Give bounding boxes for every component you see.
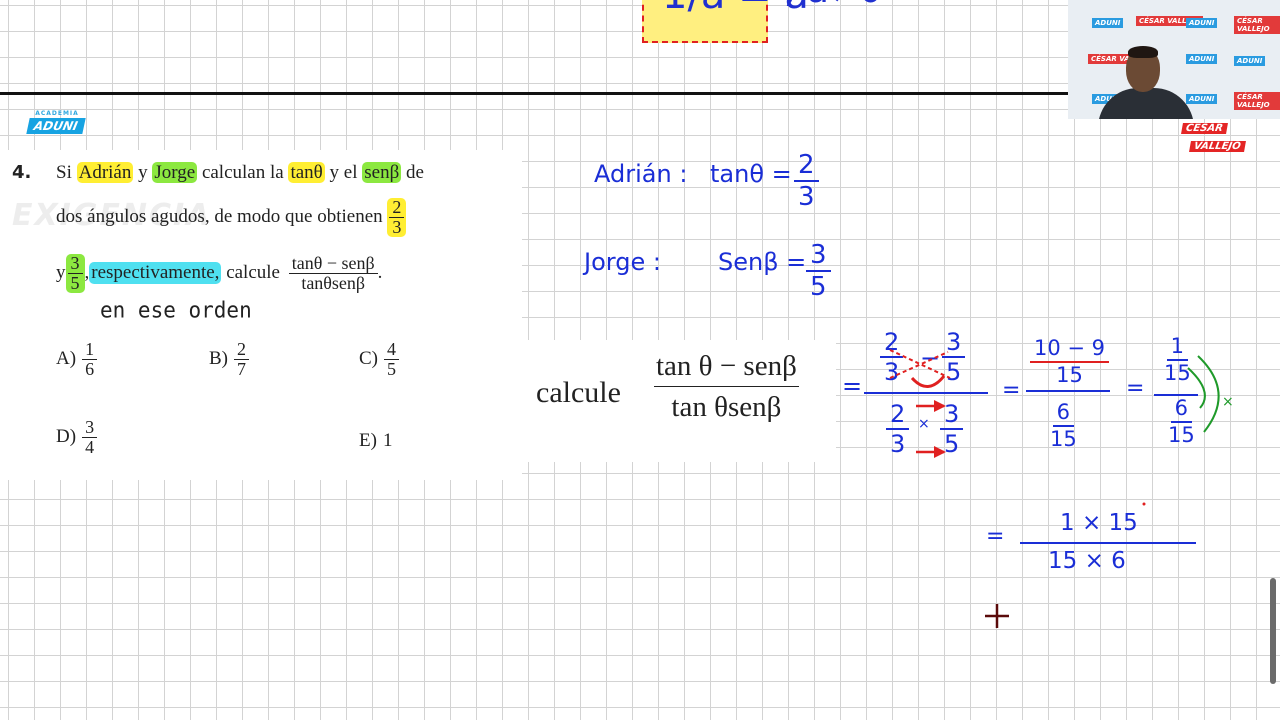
green-arc xyxy=(1187,367,1206,409)
red-arrowhead xyxy=(934,446,946,458)
annotation-strokes xyxy=(889,349,1220,506)
red-cross-stroke xyxy=(889,351,949,379)
green-arc xyxy=(1197,355,1220,433)
red-arrowhead xyxy=(934,400,946,412)
red-dot xyxy=(1142,502,1146,506)
vertical-scrollbar[interactable] xyxy=(1270,578,1276,684)
crosshair-cursor-icon xyxy=(985,604,1009,628)
red-curve-stroke xyxy=(910,375,946,388)
